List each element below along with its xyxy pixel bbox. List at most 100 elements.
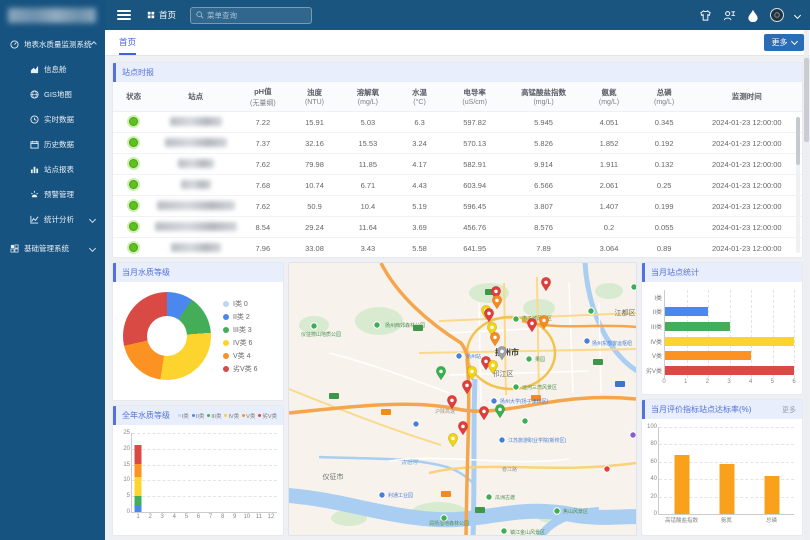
home-nav[interactable]: 首页: [147, 9, 176, 21]
hbar-bar: [665, 366, 794, 375]
table-row[interactable]: 8.5429.2411.643.69456.768.5760.20.055202…: [113, 217, 802, 238]
station-table-body: 7.2215.915.036.3597.825.9454.0510.345202…: [113, 112, 802, 258]
value-cell: 10.4: [340, 202, 395, 211]
legend-item[interactable]: I类: [178, 412, 189, 420]
legend-item[interactable]: III类 3: [223, 325, 258, 335]
globe-icon: [30, 90, 39, 99]
grid-icon: [147, 11, 155, 19]
modules-icon: [10, 244, 19, 253]
theme-skin-icon[interactable]: [699, 9, 712, 22]
status-online-dot: [129, 222, 138, 231]
table-scrollbar[interactable]: [796, 117, 800, 253]
map-poi-icon: [501, 528, 507, 534]
map-label: 扬州东部客运枢纽: [592, 340, 632, 347]
map-label: 利通工业园: [388, 492, 413, 499]
sidebar-item-realtime-data[interactable]: 实时数据: [0, 107, 105, 132]
table-row[interactable]: 7.2215.915.036.3597.825.9454.0510.345202…: [113, 112, 802, 133]
x-tick-label: 11: [256, 514, 262, 520]
user-avatar[interactable]: [770, 8, 784, 22]
value-cell: 5.945: [506, 118, 582, 127]
search-input[interactable]: [207, 11, 306, 20]
hbar-category-label: 劣V类: [644, 366, 662, 375]
time-cell: 2024-01-23 12:00:00: [692, 244, 802, 253]
y-tick-label: 25: [123, 430, 130, 436]
legend-item[interactable]: V类: [242, 412, 255, 420]
hamburger-menu-icon[interactable]: [117, 10, 131, 20]
user-menu-chevron-icon[interactable]: [794, 11, 801, 18]
status-cell: [113, 222, 154, 233]
map-label: 镇江金山风景区: [510, 529, 545, 535]
legend-label: III类 3: [233, 325, 252, 335]
value-cell: 0.055: [637, 223, 692, 232]
station-name-redacted: [154, 159, 237, 170]
panel-title: 当月水质等级: [113, 263, 283, 282]
more-button[interactable]: 更多: [764, 34, 804, 51]
tab-home[interactable]: 首页: [119, 36, 136, 55]
station-name-redacted: [154, 117, 237, 128]
more-link[interactable]: 更多: [782, 405, 796, 415]
sidebar-group-surface-water[interactable]: 地表水质量监测系统: [0, 32, 105, 57]
sidebar-group-label: 地表水质量监测系统: [24, 39, 92, 50]
value-cell: 10.74: [289, 181, 341, 190]
legend-item[interactable]: II类 2: [223, 312, 258, 322]
monitor-gauge-icon: [10, 40, 19, 49]
y-tick-label: 5: [127, 493, 130, 499]
legend-item[interactable]: III类: [207, 412, 221, 420]
y-tick-label: 0: [654, 511, 657, 517]
map-label: 江苏旅游职业学院(新校区): [508, 437, 567, 444]
sidebar-item-info-cabin[interactable]: 信息舱: [0, 57, 105, 82]
user-switch-icon[interactable]: [723, 9, 736, 22]
value-cell: 1.852: [581, 139, 636, 148]
sidebar-item-alert-management[interactable]: 预警管理: [0, 182, 105, 207]
sidebar-item-station-report[interactable]: 站点报表: [0, 157, 105, 182]
hbar-row: I类: [665, 290, 794, 305]
table-row[interactable]: 7.6250.910.45.19596.453.8071.4070.199202…: [113, 196, 802, 217]
hbar-category-label: II类: [644, 307, 662, 316]
stack-legend: I类II类III类IV类V类劣V类: [175, 412, 277, 420]
table-row[interactable]: 7.6810.746.714.43603.946.5662.0610.25202…: [113, 175, 802, 196]
water-drop-icon[interactable]: [747, 9, 759, 22]
sidebar-item-history-data[interactable]: 历史数据: [0, 132, 105, 157]
value-cell: 582.91: [444, 160, 506, 169]
stack-segment: [135, 464, 142, 477]
map-canvas: 扬州市邗江区江都区仪征市古运河沪陕高速春江路扬州站扬州西郊森林公园仪征捺山地质公…: [289, 263, 636, 535]
donut-legend: I类 0 II类 2 III类 3 IV类 6 V类 4 劣V类 6: [223, 296, 258, 377]
x-tick-label: 5: [185, 514, 188, 520]
legend-item[interactable]: II类: [192, 412, 205, 420]
alarm-icon: [30, 190, 39, 199]
menu-search[interactable]: [190, 7, 312, 24]
sidebar-group-base-management[interactable]: 基础管理系统: [0, 236, 105, 261]
value-cell: 641.95: [444, 244, 506, 253]
vbar-slot: [719, 464, 734, 514]
sidebar-item-statistics[interactable]: 统计分析: [0, 207, 105, 232]
x-tick-label: 1: [684, 379, 687, 385]
status-online-dot: [129, 117, 138, 126]
table-row[interactable]: 7.9633.083.435.58641.957.893.0640.892024…: [113, 238, 802, 258]
table-row[interactable]: 7.3732.1615.533.24570.135.8261.8520.1922…: [113, 133, 802, 154]
status-online-dot: [129, 138, 138, 147]
table-row[interactable]: 7.6279.9811.854.17582.919.9141.9110.1322…: [113, 154, 802, 175]
sidebar-item-gis-map[interactable]: GIS地图: [0, 82, 105, 107]
legend-item[interactable]: IV类 6: [223, 338, 258, 348]
legend-item[interactable]: IV类: [224, 412, 239, 420]
map-poi-icon: [513, 384, 519, 390]
legend-item[interactable]: V类 4: [223, 351, 258, 361]
x-tick-label: 7: [209, 514, 212, 520]
stations-map[interactable]: 扬州市邗江区江都区仪征市古运河沪陕高速春江路扬州站扬州西郊森林公园仪征捺山地质公…: [288, 262, 637, 536]
map-poi-icon: [522, 418, 528, 424]
value-cell: 5.58: [395, 244, 443, 253]
page-scrollbar[interactable]: [804, 30, 809, 540]
legend-item[interactable]: 劣V类 6: [223, 364, 258, 374]
y-tick-label: 80: [650, 441, 657, 447]
map-poi-icon: [456, 353, 462, 359]
map-label: 扬州大学(扬子津校区): [500, 398, 549, 405]
value-cell: 0.2: [581, 223, 636, 232]
legend-item[interactable]: 劣V类: [258, 412, 277, 420]
value-cell: 3.064: [581, 244, 636, 253]
hbar-row: IV类: [665, 334, 794, 349]
legend-dot: [223, 366, 229, 372]
legend-item[interactable]: I类 0: [223, 299, 258, 309]
legend-dot: [192, 414, 195, 417]
map-label: 江都区: [615, 309, 636, 317]
column-header: 状态: [113, 82, 154, 111]
